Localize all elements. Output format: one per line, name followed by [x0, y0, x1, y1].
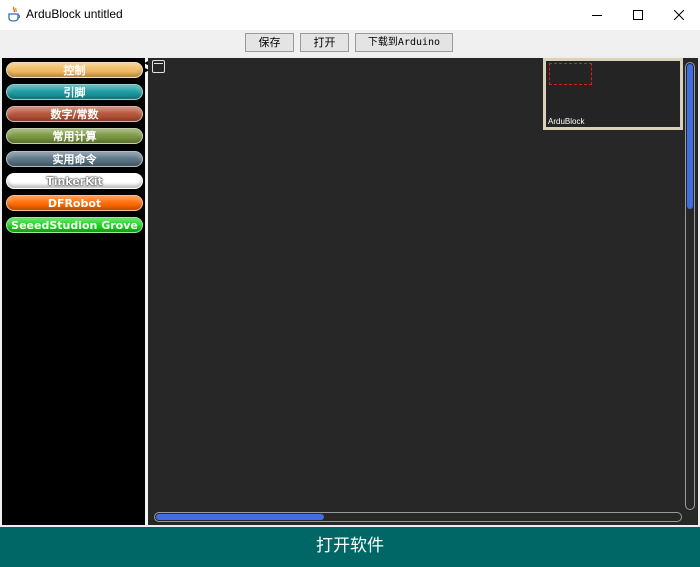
upload-to-arduino-button[interactable]: 下载到Arduino [355, 33, 453, 52]
category-control[interactable]: 控制 [6, 62, 143, 78]
maximize-button[interactable] [615, 0, 661, 30]
minimize-button[interactable] [574, 0, 620, 30]
toolbar: 保存 打开 下载到Arduino [0, 30, 700, 56]
horizontal-scrollbar[interactable] [154, 512, 682, 522]
minimap[interactable]: ArduBlock [543, 58, 683, 130]
minimap-viewport[interactable] [549, 63, 592, 85]
window-title: ArduBlock untitled [26, 7, 123, 21]
vertical-scrollbar[interactable] [685, 62, 695, 510]
category-tinkerkit[interactable]: TinkerKit [6, 173, 143, 189]
category-operators[interactable]: 常用计算 [6, 128, 143, 144]
save-button[interactable]: 保存 [245, 33, 294, 52]
window-toggle-icon[interactable] [152, 60, 165, 73]
minimize-icon [592, 15, 602, 16]
block-palette: 控制 引脚 数字/常数 常用计算 实用命令 TinkerKit DFRobot … [2, 58, 145, 525]
category-seeedstudio-grove[interactable]: SeeedStudion Grove [6, 217, 143, 233]
close-button[interactable] [656, 0, 700, 30]
title-bar: ArduBlock untitled [0, 0, 700, 30]
open-button[interactable]: 打开 [300, 33, 349, 52]
category-dfrobot[interactable]: DFRobot [6, 195, 143, 211]
maximize-icon [633, 10, 643, 20]
minimap-label: ArduBlock [548, 117, 585, 126]
category-pins[interactable]: 引脚 [6, 84, 143, 100]
horizontal-scroll-thumb[interactable] [156, 514, 324, 520]
category-utilities[interactable]: 实用命令 [6, 151, 143, 167]
category-numbers-constants[interactable]: 数字/常数 [6, 106, 143, 122]
close-icon [674, 10, 684, 20]
vertical-scroll-thumb[interactable] [687, 64, 693, 209]
caption-bar: 打开软件 [0, 527, 700, 567]
java-cup-icon [8, 6, 20, 22]
